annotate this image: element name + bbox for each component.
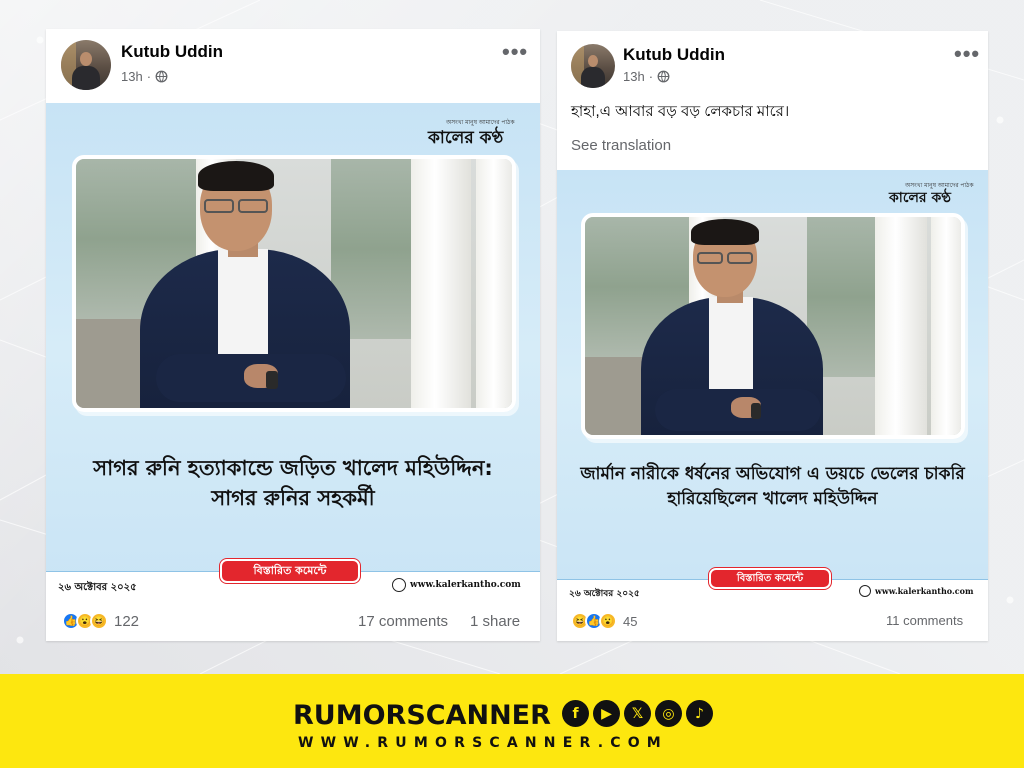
card-footer: ২৬ অক্টোবর ২০২৫ বিস্তারিত কমেন্টে www.ka… (46, 559, 540, 599)
youtube-icon[interactable]: ▶ (593, 700, 620, 727)
post-meta: 13h · (121, 69, 168, 84)
social-links: f ▶ 𝕏 ◎ ♪ (562, 700, 713, 727)
post-time[interactable]: 13h (623, 69, 645, 84)
x-icon[interactable]: 𝕏 (624, 700, 651, 727)
globe-web-icon (859, 585, 871, 597)
brand-logo-text: RUMORSCANNER (293, 700, 551, 731)
post-card-left: Kutub Uddin 13h · ••• অসংখ্য মানুষ আমাদে… (46, 29, 540, 641)
comments-count[interactable]: 11 comments (886, 613, 963, 628)
brand-website-url[interactable]: WWW.RUMORSCANNER.COM (298, 735, 668, 751)
more-options-icon[interactable]: ••• (502, 41, 528, 63)
post-meta: 13h · (623, 69, 670, 84)
globe-web-icon (392, 578, 406, 592)
card-website-text: www.kalerkantho.com (410, 580, 521, 590)
card-website: www.kalerkantho.com (859, 585, 973, 597)
author-avatar[interactable] (571, 44, 615, 88)
card-footer: ২৬ অক্টোবর ২০২৫ বিস্তারিত কমেন্টে www.ka… (557, 568, 988, 603)
more-options-icon[interactable]: ••• (954, 43, 980, 65)
author-name[interactable]: Kutub Uddin (121, 42, 223, 62)
globe-icon (155, 70, 168, 83)
news-card-image[interactable]: অসংখ্য মানুষ আমাদের পাঠক কালের কণ্ঠ (46, 103, 540, 599)
post-time[interactable]: 13h (121, 69, 143, 84)
news-card-image[interactable]: অসংখ্য মানুষ আমাদের পাঠক কালের কণ্ঠ (557, 170, 988, 603)
reaction-summary[interactable]: 👍 😮 😆 122 (62, 612, 139, 630)
news-photo (72, 155, 516, 412)
card-date: ২৬ অক্টোবর ২০২৫ (569, 589, 640, 599)
instagram-icon[interactable]: ◎ (655, 700, 682, 727)
card-date: ২৬ অক্টোবর ২০২৫ (58, 582, 137, 593)
reaction-summary[interactable]: 😆 👍 😮 45 (571, 612, 637, 630)
wow-reaction-icon: 😮 (599, 612, 617, 630)
post-card-right: Kutub Uddin 13h · ••• হাহা,এ আবার বড় বড… (557, 31, 988, 641)
news-headline: সাগর রুনি হত্যাকান্ডে জড়িত খালেদ মহিউদ্… (93, 456, 493, 511)
masthead-logo: কালের কণ্ঠ (889, 190, 951, 206)
facebook-icon[interactable]: f (562, 700, 589, 727)
post-text: হাহা,এ আবার বড় বড় লেকচার মারে। (571, 103, 790, 120)
author-avatar[interactable] (61, 40, 111, 90)
reaction-count: 45 (623, 613, 638, 629)
news-photo (581, 213, 965, 439)
card-website-text: www.kalerkantho.com (875, 586, 974, 596)
details-in-comment-button[interactable]: বিস্তারিত কমেন্টে (220, 559, 360, 583)
news-headline: জার্মান নারীকে ধর্ষনের অভিযোগ এ ডয়চে ভে… (580, 464, 965, 509)
masthead-logo: কালের কণ্ঠ (428, 128, 504, 148)
share-count[interactable]: 1 share (470, 613, 520, 630)
tiktok-icon[interactable]: ♪ (686, 700, 713, 727)
reaction-count: 122 (114, 612, 140, 630)
comments-count[interactable]: 17 comments (358, 613, 448, 630)
author-name[interactable]: Kutub Uddin (623, 45, 725, 65)
details-in-comment-button[interactable]: বিস্তারিত কমেন্টে (709, 568, 831, 589)
globe-icon (657, 70, 670, 83)
haha-reaction-icon: 😆 (90, 612, 108, 630)
card-website: www.kalerkantho.com (392, 578, 521, 592)
see-translation-link[interactable]: See translation (571, 137, 671, 154)
